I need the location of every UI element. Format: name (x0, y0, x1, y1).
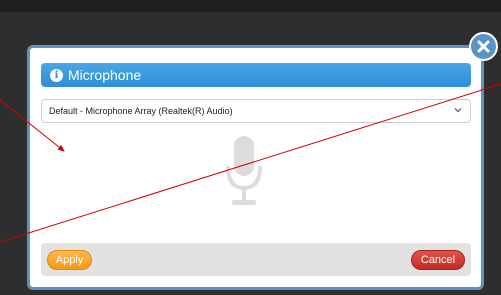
microphone-icon (226, 136, 262, 205)
close-button[interactable] (469, 32, 498, 61)
cancel-button[interactable]: Cancel (411, 250, 465, 270)
dialog-header: i Microphone (41, 63, 471, 87)
apply-button[interactable]: Apply (47, 250, 92, 270)
microphone-dialog: i Microphone Default - Microphone Array … (27, 45, 484, 290)
close-icon (477, 40, 490, 53)
dialog-title: Microphone (68, 67, 142, 83)
chevron-down-icon (454, 108, 462, 113)
microphone-device-select[interactable]: Default - Microphone Array (Realtek(R) A… (41, 99, 471, 123)
backdrop-top-strip (0, 0, 501, 12)
info-icon: i (50, 68, 63, 82)
device-select-value: Default - Microphone Array (Realtek(R) A… (49, 106, 233, 116)
dialog-footer: Apply Cancel (41, 243, 471, 276)
